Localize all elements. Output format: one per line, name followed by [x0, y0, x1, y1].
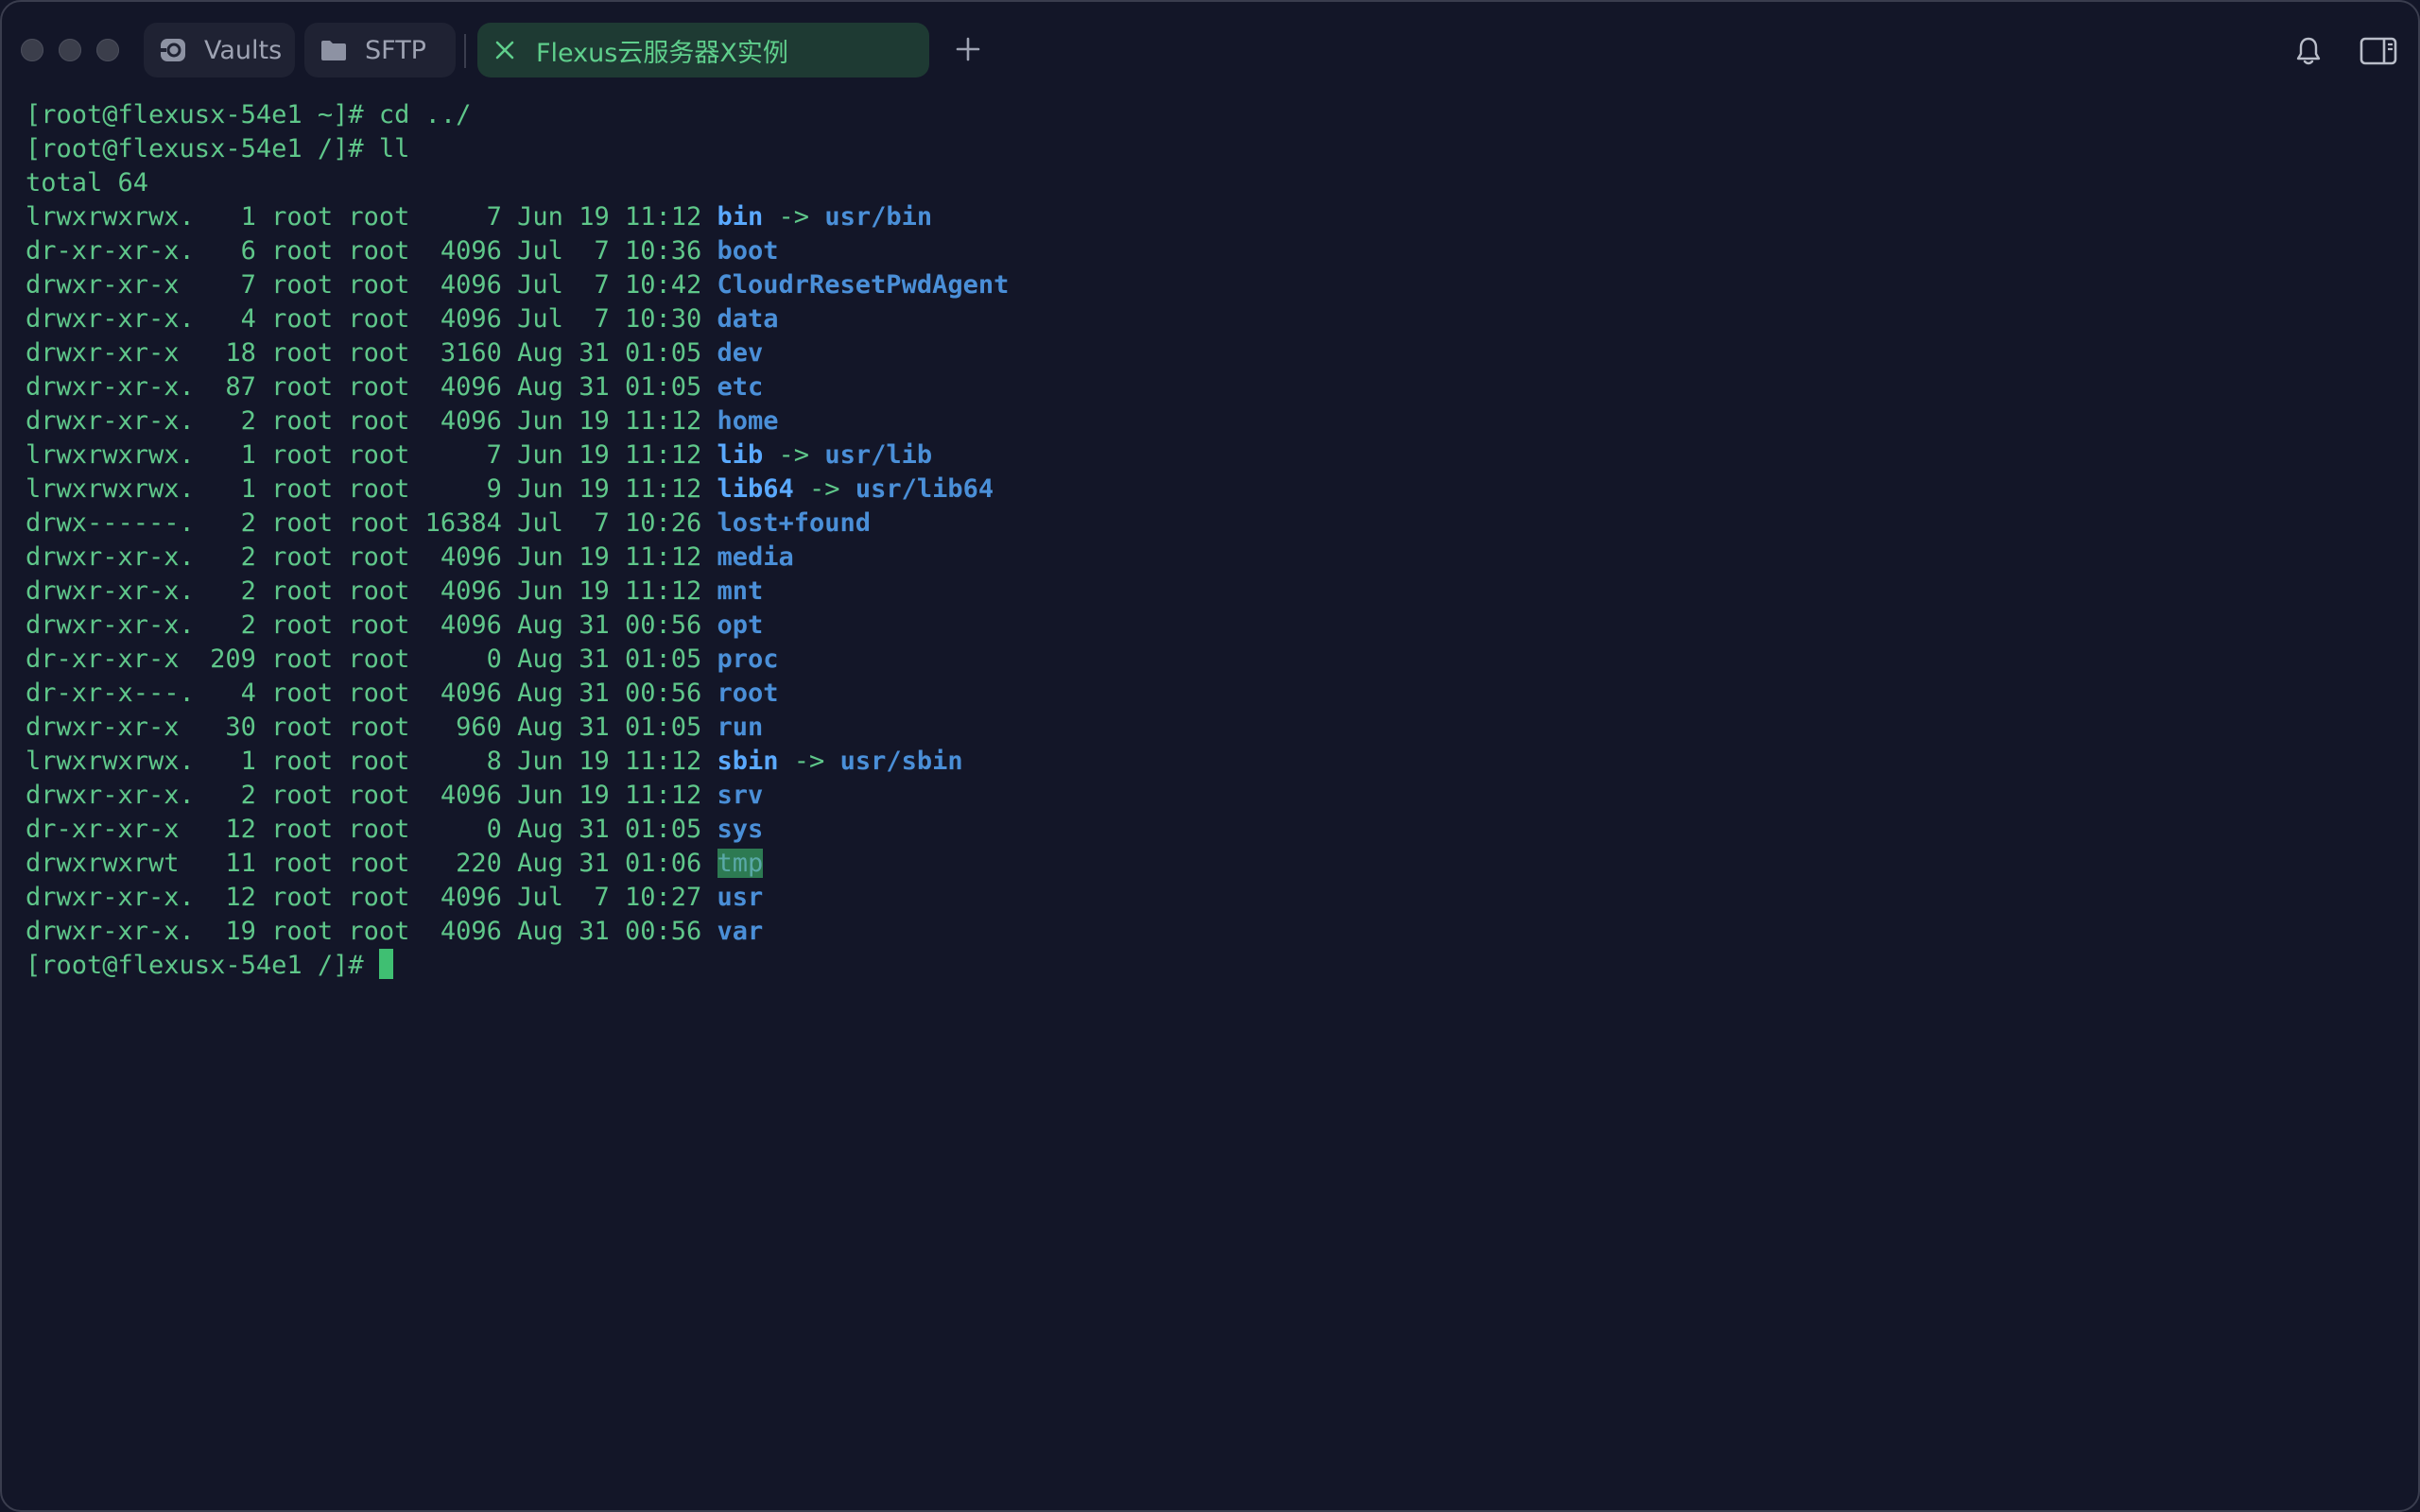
file-name: data — [717, 304, 779, 334]
file-name: home — [717, 406, 779, 436]
listing-row: drwxr-xr-x 18 root root 3160 Aug 31 01:0… — [26, 336, 2399, 370]
title-bar: Vaults SFTP Flexus云服务器X实例 — [2, 2, 2418, 98]
listing-row: drwxrwxrwt 11 root root 220 Aug 31 01:06… — [26, 847, 2399, 881]
file-meta: drwxrwxrwt 11 root root 220 Aug 31 01:06 — [26, 849, 717, 878]
listing-row: drwx------. 2 root root 16384 Jul 7 10:2… — [26, 507, 2399, 541]
file-meta: lrwxrwxrwx. 1 root root 7 Jun 19 11:12 — [26, 202, 717, 232]
file-name: sys — [717, 815, 764, 844]
file-meta: dr-xr-xr-x 12 root root 0 Aug 31 01:05 — [26, 815, 717, 844]
file-name: root — [717, 679, 779, 708]
listing-row: drwxr-xr-x 30 root root 960 Aug 31 01:05… — [26, 711, 2399, 745]
file-name: dev — [717, 338, 764, 368]
listing-row: lrwxrwxrwx. 1 root root 7 Jun 19 11:12 b… — [26, 200, 2399, 234]
terminal-line: [root@flexusx-54e1 /]# ll — [26, 134, 410, 163]
tab-label: Vaults — [204, 35, 283, 65]
file-name: sbin — [717, 747, 779, 776]
file-meta: dr-xr-x---. 4 root root 4096 Aug 31 00:5… — [26, 679, 717, 708]
file-meta: dr-xr-xr-x 209 root root 0 Aug 31 01:05 — [26, 644, 717, 674]
file-meta: drwxr-xr-x. 2 root root 4096 Jun 19 11:1… — [26, 576, 717, 606]
plus-icon[interactable] — [951, 32, 985, 66]
file-meta: drwxr-xr-x. 2 root root 4096 Jun 19 11:1… — [26, 781, 717, 810]
file-name: bin — [717, 202, 764, 232]
file-name: opt — [717, 610, 764, 640]
listing-row: dr-xr-xr-x. 6 root root 4096 Jul 7 10:36… — [26, 234, 2399, 268]
link-target: usr/sbin — [839, 747, 963, 776]
minimize-window-button[interactable] — [59, 39, 81, 61]
sidebar-toggle-icon[interactable] — [2356, 32, 2401, 70]
link-arrow: -> — [763, 440, 825, 470]
file-meta: drwxr-xr-x. 87 root root 4096 Aug 31 01:… — [26, 372, 717, 402]
listing-row: drwxr-xr-x. 2 root root 4096 Jun 19 11:1… — [26, 575, 2399, 609]
close-window-button[interactable] — [21, 39, 43, 61]
listing-row: drwxr-xr-x. 2 root root 4096 Jun 19 11:1… — [26, 779, 2399, 813]
tab-vaults[interactable]: Vaults — [144, 23, 295, 77]
link-arrow: -> — [778, 747, 840, 776]
file-meta: drwxr-xr-x 18 root root 3160 Aug 31 01:0… — [26, 338, 717, 368]
listing-row: drwxr-xr-x. 4 root root 4096 Jul 7 10:30… — [26, 302, 2399, 336]
cursor — [378, 949, 393, 979]
listing-row: drwxr-xr-x. 2 root root 4096 Aug 31 00:5… — [26, 609, 2399, 643]
file-meta: drwxr-xr-x. 19 root root 4096 Aug 31 00:… — [26, 917, 717, 946]
listing-row: lrwxrwxrwx. 1 root root 8 Jun 19 11:12 s… — [26, 745, 2399, 779]
file-meta: drwx------. 2 root root 16384 Jul 7 10:2… — [26, 508, 717, 538]
listing-row: drwxr-xr-x. 2 root root 4096 Jun 19 11:1… — [26, 404, 2399, 438]
prompt-line: [root@flexusx-54e1 /]# — [26, 949, 2399, 983]
listing-row: dr-xr-xr-x 12 root root 0 Aug 31 01:05 s… — [26, 813, 2399, 847]
file-meta: drwxr-xr-x. 12 root root 4096 Jul 7 10:2… — [26, 883, 717, 912]
file-name: run — [717, 713, 764, 742]
file-name: proc — [717, 644, 779, 674]
file-name: tmp — [717, 849, 764, 878]
file-name: lib — [717, 440, 764, 470]
file-meta: lrwxrwxrwx. 1 root root 8 Jun 19 11:12 — [26, 747, 717, 776]
bell-icon[interactable] — [2290, 32, 2327, 70]
file-name: CloudrResetPwdAgent — [717, 270, 1010, 300]
file-name: lost+found — [717, 508, 872, 538]
file-meta: drwxr-xr-x. 2 root root 4096 Aug 31 00:5… — [26, 610, 717, 640]
tab-divider — [464, 34, 466, 68]
file-meta: drwxr-xr-x. 2 root root 4096 Jun 19 11:1… — [26, 542, 717, 572]
listing-row: drwxr-xr-x. 87 root root 4096 Aug 31 01:… — [26, 370, 2399, 404]
link-arrow: -> — [793, 474, 856, 504]
file-name: etc — [717, 372, 764, 402]
terminal-window: Vaults SFTP Flexus云服务器X实例 [root@flexusx-… — [0, 0, 2420, 1512]
file-meta: drwxr-xr-x. 2 root root 4096 Jun 19 11:1… — [26, 406, 717, 436]
file-name: mnt — [717, 576, 764, 606]
file-meta: drwxr-xr-x. 4 root root 4096 Jul 7 10:30 — [26, 304, 717, 334]
listing-row: drwxr-xr-x 7 root root 4096 Jul 7 10:42 … — [26, 268, 2399, 302]
file-name: var — [717, 917, 764, 946]
file-name: usr — [717, 883, 764, 912]
close-icon[interactable] — [489, 34, 521, 66]
folder-icon — [318, 34, 350, 66]
link-arrow: -> — [763, 202, 825, 232]
file-name: lib64 — [717, 474, 794, 504]
listing-row: drwxr-xr-x. 12 root root 4096 Jul 7 10:2… — [26, 881, 2399, 915]
tab-sftp[interactable]: SFTP — [304, 23, 456, 77]
listing-row: dr-xr-xr-x 209 root root 0 Aug 31 01:05 … — [26, 643, 2399, 677]
file-meta: dr-xr-xr-x. 6 root root 4096 Jul 7 10:36 — [26, 236, 717, 266]
terminal-line: total 64 — [26, 168, 149, 198]
link-target: usr/lib — [824, 440, 933, 470]
file-meta: drwxr-xr-x 30 root root 960 Aug 31 01:05 — [26, 713, 717, 742]
file-meta: lrwxrwxrwx. 1 root root 7 Jun 19 11:12 — [26, 440, 717, 470]
tab-label: Flexus云服务器X实例 — [536, 38, 788, 68]
file-meta: drwxr-xr-x 7 root root 4096 Jul 7 10:42 — [26, 270, 717, 300]
tab-label: SFTP — [365, 35, 426, 65]
file-name: srv — [717, 781, 764, 810]
terminal-line: [root@flexusx-54e1 ~]# cd ../ — [26, 100, 472, 129]
prompt: [root@flexusx-54e1 /]# — [26, 951, 379, 980]
listing-row: drwxr-xr-x. 2 root root 4096 Jun 19 11:1… — [26, 541, 2399, 575]
listing-row: lrwxrwxrwx. 1 root root 7 Jun 19 11:12 l… — [26, 438, 2399, 472]
zoom-window-button[interactable] — [96, 39, 119, 61]
listing-row: drwxr-xr-x. 19 root root 4096 Aug 31 00:… — [26, 915, 2399, 949]
file-name: boot — [717, 236, 779, 266]
listing-row: lrwxrwxrwx. 1 root root 9 Jun 19 11:12 l… — [26, 472, 2399, 507]
tab-flexus-server[interactable]: Flexus云服务器X实例 — [477, 23, 929, 77]
listing-row: dr-xr-x---. 4 root root 4096 Aug 31 00:5… — [26, 677, 2399, 711]
vault-icon — [157, 34, 189, 66]
link-target: usr/lib64 — [855, 474, 994, 504]
file-meta: lrwxrwxrwx. 1 root root 9 Jun 19 11:12 — [26, 474, 717, 504]
link-target: usr/bin — [824, 202, 933, 232]
terminal-output[interactable]: [root@flexusx-54e1 ~]# cd ../ [root@flexu… — [26, 98, 2399, 1491]
file-name: media — [717, 542, 794, 572]
